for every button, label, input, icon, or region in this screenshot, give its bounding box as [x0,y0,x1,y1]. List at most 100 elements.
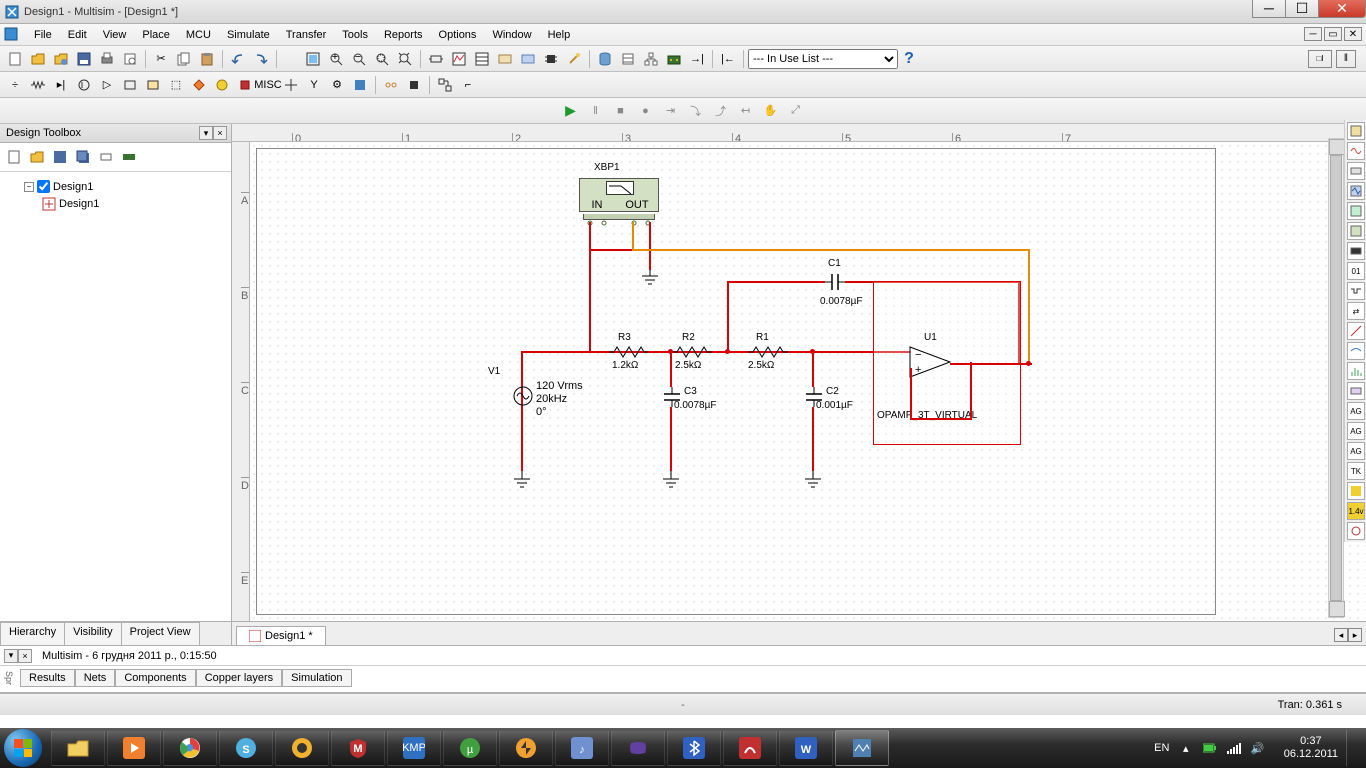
tool-save-button[interactable] [50,147,70,167]
menu-edit[interactable]: Edit [60,27,95,43]
c2[interactable] [802,387,826,410]
run-button[interactable]: ▶ [560,100,582,122]
doc-tab-design1[interactable]: Design1 * [236,626,326,645]
tab-simulation[interactable]: Simulation [282,669,351,687]
agilent-fg-button[interactable]: AG [1347,402,1365,420]
full-screen-button[interactable] [302,48,324,70]
mdi-restore[interactable]: ▭ [1324,27,1342,41]
breadboard-button[interactable] [494,48,516,70]
menu-tools[interactable]: Tools [334,27,376,43]
c3[interactable] [660,387,684,410]
tray-clock[interactable]: 0:37 06.12.2011 [1284,735,1338,761]
menu-mcu[interactable]: MCU [178,27,219,43]
place-misc-digital-button[interactable]: ⬚ [165,74,187,96]
distortion-button[interactable] [1347,342,1365,360]
mdi-minimize[interactable]: ─ [1304,27,1322,41]
menu-window[interactable]: Window [484,27,539,43]
place-connector-button[interactable] [380,74,402,96]
grapher-button[interactable] [448,48,470,70]
place-rf-button[interactable]: Y [303,74,325,96]
zoom-fit-button[interactable] [394,48,416,70]
r2[interactable] [672,346,712,358]
tree-checkbox[interactable] [37,180,50,193]
logic-analyzer-button[interactable] [1347,282,1365,300]
current-probe-button[interactable] [1347,522,1365,540]
sheet-pin-button[interactable]: ▾ [4,649,18,663]
place-mcu-button[interactable] [403,74,425,96]
menu-view[interactable]: View [95,27,135,43]
step-back-button[interactable]: ↤ [735,100,757,122]
tray-volume-icon[interactable]: 🔊 [1250,740,1266,756]
new-button[interactable] [4,48,26,70]
tab-visibility[interactable]: Visibility [64,622,122,645]
taskbar-kmp[interactable]: KMP [387,730,441,766]
taskbar-app2[interactable] [723,730,777,766]
ground-c2[interactable] [803,471,823,496]
r3[interactable] [609,346,649,358]
taskbar-vs[interactable] [611,730,665,766]
agilent-osc-button[interactable]: AG [1347,442,1365,460]
four-ch-scope-button[interactable] [1347,202,1365,220]
zoom-area-button[interactable] [371,48,393,70]
copy-button[interactable] [173,48,195,70]
logic-converter-button[interactable]: ⇄ [1347,302,1365,320]
collapse-icon[interactable]: − [24,182,34,192]
place-mixed-button[interactable] [188,74,210,96]
place-electromech-button[interactable]: ⚙ [326,74,348,96]
open-sample-button[interactable] [50,48,72,70]
tab-project-view[interactable]: Project View [121,622,200,645]
tray-expand-icon[interactable]: ▴ [1178,740,1194,756]
v1-source[interactable] [513,386,533,409]
opamp-symbol[interactable]: −+ [905,342,955,385]
tab-results[interactable]: Results [20,669,75,687]
step-into-button[interactable]: ⇥ [660,100,682,122]
help-button[interactable]: ? [899,49,919,69]
taskbar-multisim[interactable] [835,730,889,766]
place-source-button[interactable]: ÷ [4,74,26,96]
taskbar-utorrent[interactable]: µ [443,730,497,766]
function-gen-button[interactable] [1347,142,1365,160]
word-gen-button[interactable]: 01 [1347,262,1365,280]
multimeter-button[interactable] [1347,122,1365,140]
library-button[interactable] [617,48,639,70]
record-button[interactable]: ● [635,100,657,122]
schematic-canvas[interactable]: XBP1 INOUT [250,142,1366,621]
tab-copper-layers[interactable]: Copper layers [196,669,282,687]
switch-run[interactable]: □I [1308,50,1332,68]
ground-bode[interactable] [640,270,660,291]
taskbar-explorer[interactable] [51,730,105,766]
place-advanced-button[interactable] [280,74,302,96]
taskbar-word[interactable]: W [779,730,833,766]
taskbar-bluetooth[interactable] [667,730,721,766]
print-button[interactable] [96,48,118,70]
menu-options[interactable]: Options [431,27,485,43]
tool-rename-button[interactable] [96,147,116,167]
tree-child[interactable]: Design1 [6,195,225,213]
panel-close-button[interactable]: × [213,126,227,140]
postprocessor-button[interactable] [471,48,493,70]
elvis-button[interactable]: 1.4v [1347,502,1365,520]
taskbar-chrome[interactable] [163,730,217,766]
menu-transfer[interactable]: Transfer [278,27,335,43]
tree-root[interactable]: − Design1 [6,178,225,195]
paste-button[interactable] [196,48,218,70]
tab-nets[interactable]: Nets [75,669,116,687]
place-transistor-button[interactable] [73,74,95,96]
step-over-button[interactable]: ⤵ [685,100,707,122]
start-button[interactable] [4,729,42,767]
maximize-button[interactable]: ☐ [1285,0,1319,18]
place-resistor-button[interactable] [27,74,49,96]
menu-file[interactable]: File [26,27,60,43]
expand-button[interactable]: ⤢ [785,100,807,122]
mcu-button[interactable] [540,48,562,70]
undo-button[interactable] [227,48,249,70]
step-out-button[interactable]: ⤴ [710,100,732,122]
place-diode-button[interactable]: ▸| [50,74,72,96]
menu-reports[interactable]: Reports [376,27,431,43]
cut-button[interactable]: ✂ [150,48,172,70]
taskbar-sibelius[interactable]: ♪ [555,730,609,766]
print-preview-button[interactable] [119,48,141,70]
open-button[interactable] [27,48,49,70]
zoom-out-button[interactable]: − [348,48,370,70]
forward-annotate-button[interactable]: →| [686,48,708,70]
